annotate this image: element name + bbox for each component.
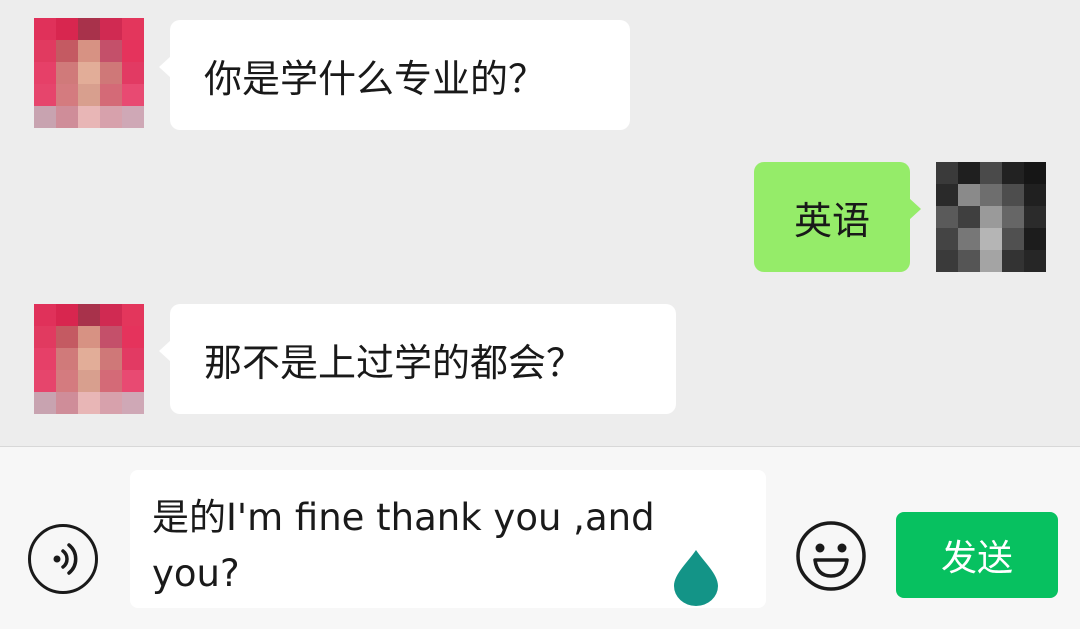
- voice-icon: [53, 543, 78, 575]
- message-input-text: 是的I'm fine thank you ,and you?: [152, 496, 655, 595]
- emoji-icon[interactable]: [795, 520, 867, 592]
- message-text: 英语: [793, 198, 870, 243]
- text-cursor-handle-icon[interactable]: [668, 548, 724, 606]
- message-bubble-incoming[interactable]: 你是学什么专业的？: [159, 20, 630, 130]
- contact-avatar[interactable]: [34, 18, 144, 128]
- send-button-label: 发送: [940, 538, 1013, 579]
- send-button[interactable]: 发送: [896, 512, 1058, 598]
- message-text: 那不是上过学的都会？: [204, 340, 585, 385]
- chat-message-area: 你是学什么专业的？ 英语 那不是上过学的都会？: [0, 0, 1080, 446]
- own-avatar[interactable]: [936, 162, 1046, 272]
- message-text: 你是学什么专业的？: [204, 56, 547, 101]
- message-bubble-incoming[interactable]: 那不是上过学的都会？: [159, 304, 676, 414]
- contact-avatar[interactable]: [34, 304, 144, 414]
- voice-input-button[interactable]: [28, 524, 98, 594]
- message-bubble-outgoing[interactable]: 英语: [754, 162, 921, 272]
